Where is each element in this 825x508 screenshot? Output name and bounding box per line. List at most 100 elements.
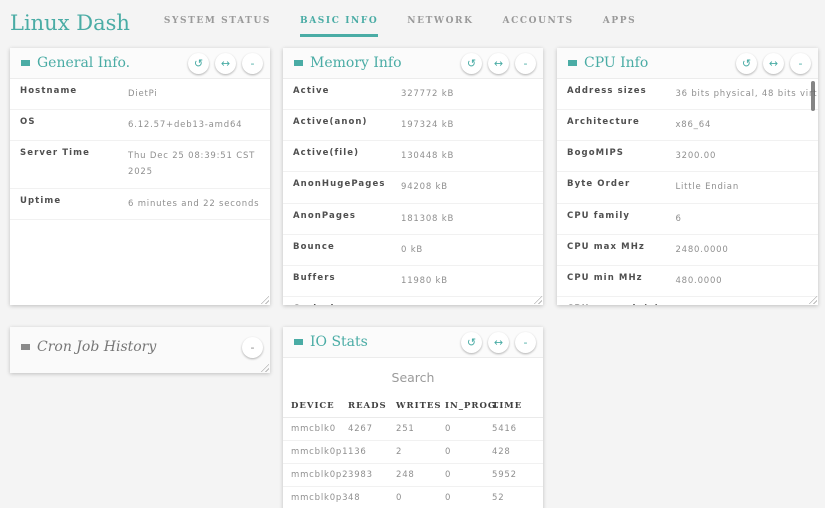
row-value: 94208 kB bbox=[401, 176, 533, 195]
row-value: 181308 kB bbox=[401, 208, 533, 227]
collapse-icon[interactable]: - bbox=[242, 337, 263, 358]
row-label: CPU min MHz bbox=[567, 273, 675, 289]
module-icon bbox=[294, 60, 303, 66]
table-row: Active(file) 130448 kB bbox=[283, 141, 543, 172]
expand-icon[interactable]: ↔ bbox=[215, 53, 236, 74]
refresh-icon[interactable]: ↺ bbox=[736, 53, 757, 74]
column-header: READS bbox=[348, 401, 396, 411]
refresh-icon[interactable]: ↺ bbox=[188, 53, 209, 74]
cell-time: 5416 bbox=[492, 424, 535, 434]
row-label: Active bbox=[293, 86, 401, 102]
nav-tab[interactable]: ACCOUNTS bbox=[503, 10, 574, 37]
expand-icon[interactable]: ↔ bbox=[488, 332, 509, 353]
table-row: CPU family 6 bbox=[557, 204, 818, 235]
cron-job-history-panel: Cron Job History - bbox=[10, 327, 270, 373]
kv-table: Active 327772 kB Active(anon) 197324 kB … bbox=[283, 79, 543, 305]
cell-time: 428 bbox=[492, 447, 535, 457]
row-value: 11980 kB bbox=[401, 270, 533, 289]
table-row: mmcblk0p3 48 0 0 52 bbox=[283, 487, 543, 508]
cell-time: 5952 bbox=[492, 470, 535, 480]
panel-title: General Info. bbox=[37, 55, 182, 71]
app-logo: Linux Dash bbox=[10, 11, 130, 35]
column-header: IN_PROG. bbox=[445, 401, 492, 411]
cell-in-prog: 0 bbox=[445, 447, 492, 457]
row-label: Hostname bbox=[20, 86, 128, 102]
nav-tab[interactable]: SYSTEM STATUS bbox=[164, 10, 271, 37]
nav-tab[interactable]: BASIC INFO bbox=[300, 10, 378, 37]
kv-table: Address sizes 36 bits physical, 48 bits … bbox=[557, 79, 818, 305]
row-value: 130448 kB bbox=[401, 145, 533, 164]
table-row: AnonPages 181308 kB bbox=[283, 204, 543, 235]
table-row: CPU min MHz 480.0000 bbox=[557, 266, 818, 297]
row-label: OS bbox=[20, 117, 128, 133]
module-icon bbox=[21, 344, 30, 350]
row-value: 480.0000 bbox=[675, 270, 808, 289]
row-label: CPU family bbox=[567, 211, 675, 227]
cell-reads: 4267 bbox=[348, 424, 396, 434]
cpu-info-panel: CPU Info ↺ ↔ - Address sizes 36 bits phy… bbox=[557, 48, 818, 305]
module-icon bbox=[568, 60, 577, 66]
nav-tab[interactable]: NETWORK bbox=[407, 10, 473, 37]
module-icon bbox=[294, 339, 303, 345]
cell-reads: 3983 bbox=[348, 470, 396, 480]
module-icon bbox=[21, 60, 30, 66]
cell-reads: 136 bbox=[348, 447, 396, 457]
cell-in-prog: 0 bbox=[445, 493, 492, 503]
row-value: 6.12.57+deb13-amd64 bbox=[128, 114, 260, 133]
row-value: 0 kB bbox=[401, 239, 533, 258]
row-label: Active(anon) bbox=[293, 117, 401, 133]
expand-icon[interactable]: ↔ bbox=[488, 53, 509, 74]
row-value: 327772 kB bbox=[401, 83, 533, 102]
row-value: Thu Dec 25 08:39:51 CST 2025 bbox=[128, 145, 260, 180]
row-value: 197324 kB bbox=[401, 114, 533, 133]
search-input[interactable] bbox=[291, 370, 535, 385]
kv-table: Hostname DietPi OS 6.12.57+deb13-amd64 S… bbox=[10, 79, 270, 220]
row-label: CPU max MHz bbox=[567, 242, 675, 258]
cell-in-prog: 0 bbox=[445, 424, 492, 434]
table-row: Hostname DietPi bbox=[10, 79, 270, 110]
panel-title: Cron Job History bbox=[37, 339, 236, 355]
row-value: 6 minutes and 22 seconds bbox=[128, 193, 260, 212]
table-row: Server Time Thu Dec 25 08:39:51 CST 2025 bbox=[10, 141, 270, 188]
cell-writes: 251 bbox=[396, 424, 445, 434]
refresh-icon[interactable]: ↺ bbox=[461, 332, 482, 353]
row-value: 178740 kB bbox=[401, 301, 533, 305]
table-row: mmcblk0p1 136 2 0 428 bbox=[283, 441, 543, 464]
column-header: TIME bbox=[492, 401, 535, 411]
collapse-icon[interactable]: - bbox=[242, 53, 263, 74]
panel-header: General Info. ↺ ↔ - bbox=[10, 48, 270, 79]
panel-header: IO Stats ↺ ↔ - bbox=[283, 327, 543, 358]
table-row: BogoMIPS 3200.00 bbox=[557, 141, 818, 172]
cell-device: mmcblk0p1 bbox=[291, 447, 348, 457]
row-label: Server Time bbox=[20, 148, 128, 180]
panel-title: IO Stats bbox=[310, 334, 455, 350]
collapse-icon[interactable]: - bbox=[515, 332, 536, 353]
io-stats-panel: IO Stats ↺ ↔ - DEVICE READS WRITES IN_PR… bbox=[283, 327, 543, 508]
main-nav: SYSTEM STATUS BASIC INFO NETWORK ACCOUNT… bbox=[164, 10, 665, 37]
cell-writes: 2 bbox=[396, 447, 445, 457]
search-bar bbox=[283, 358, 543, 394]
table-row: Bounce 0 kB bbox=[283, 235, 543, 266]
nav-tab[interactable]: APPS bbox=[603, 10, 636, 37]
table-row: mmcblk0p2 3983 248 0 5952 bbox=[283, 464, 543, 487]
resize-grip[interactable] bbox=[259, 294, 269, 304]
column-header: DEVICE bbox=[291, 401, 348, 411]
row-value: DietPi bbox=[128, 83, 260, 102]
row-value: 36 bits physical, 48 bits virtual bbox=[675, 83, 818, 102]
refresh-icon[interactable]: ↺ bbox=[461, 53, 482, 74]
column-header: WRITES bbox=[396, 401, 445, 411]
row-label: Bounce bbox=[293, 242, 401, 258]
expand-icon[interactable]: ↔ bbox=[763, 53, 784, 74]
collapse-icon[interactable]: - bbox=[515, 53, 536, 74]
cell-time: 52 bbox=[492, 493, 535, 503]
row-value: 32-bit, 64-bit bbox=[675, 301, 808, 305]
row-value: 6 bbox=[675, 208, 808, 227]
table-row: Byte Order Little Endian bbox=[557, 172, 818, 203]
collapse-icon[interactable]: - bbox=[790, 53, 811, 74]
scrollbar-thumb[interactable] bbox=[811, 81, 815, 111]
panel-title: Memory Info bbox=[310, 55, 455, 71]
cell-device: mmcblk0p3 bbox=[291, 493, 348, 503]
table-row: CPU max MHz 2480.0000 bbox=[557, 235, 818, 266]
row-value: Little Endian bbox=[675, 176, 808, 195]
table-row: mmcblk0 4267 251 0 5416 bbox=[283, 418, 543, 441]
